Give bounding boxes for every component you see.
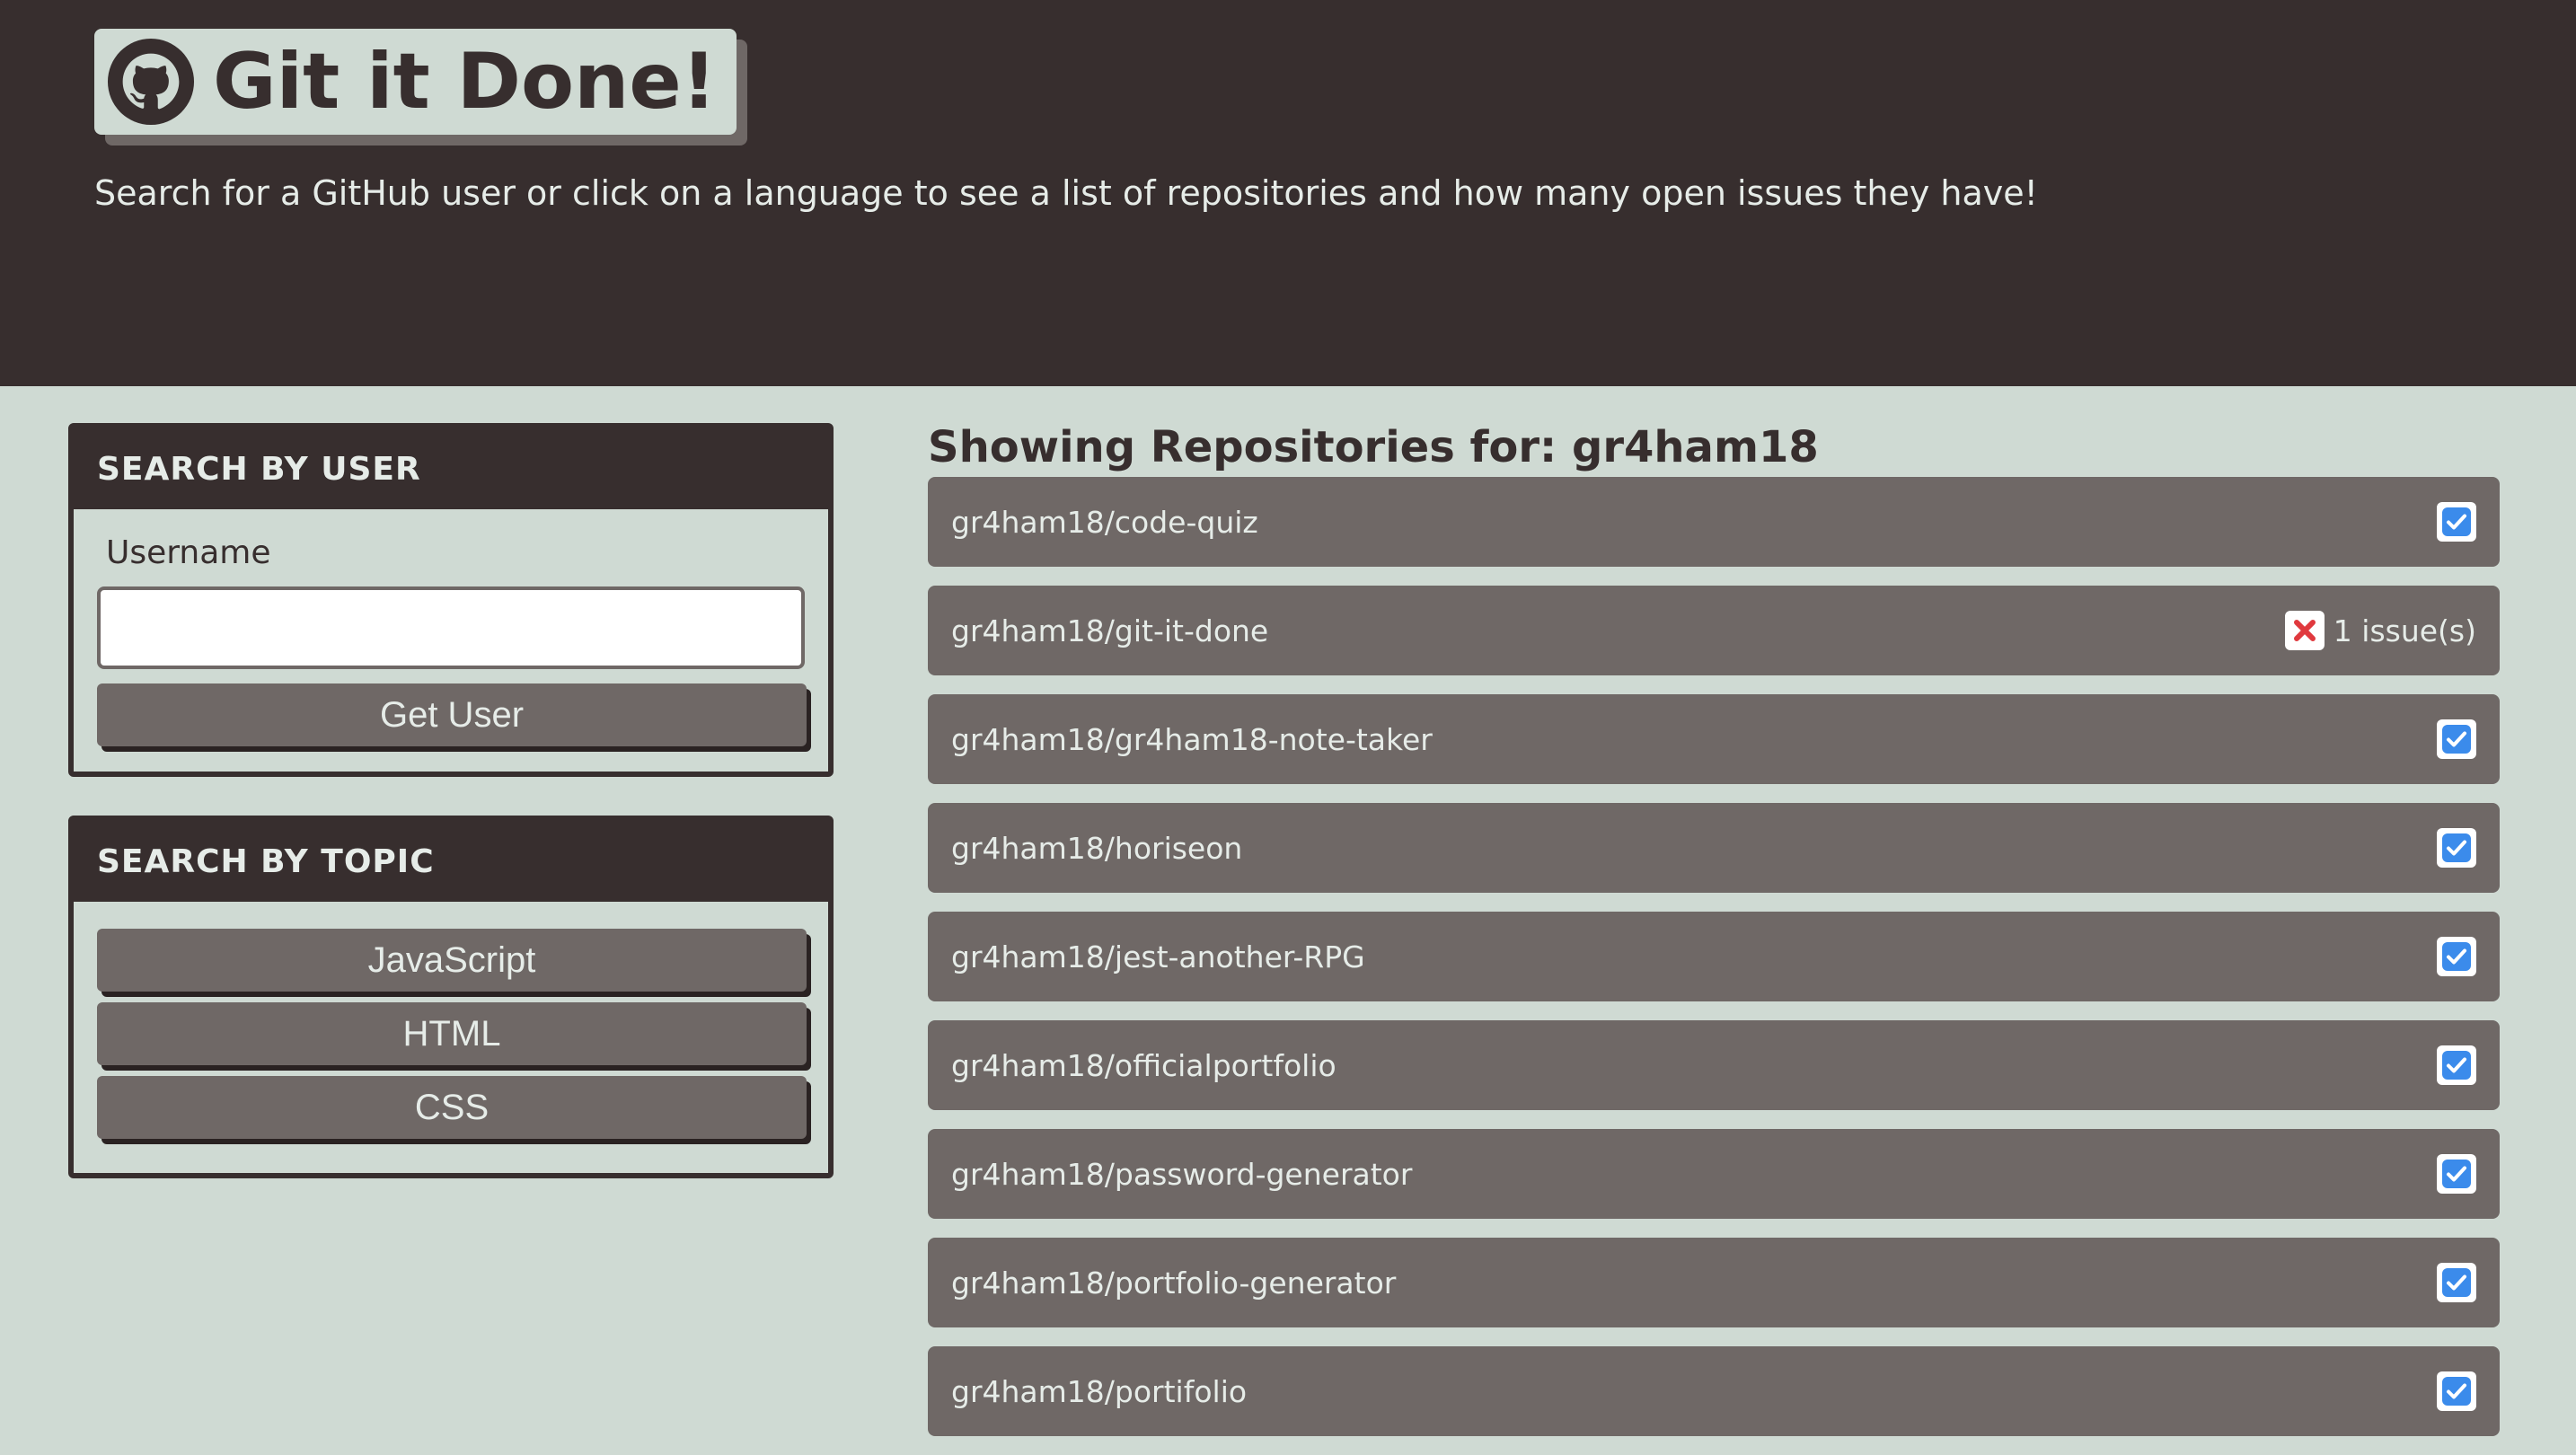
repo-status [2437,937,2476,976]
check-square-icon [2437,937,2476,976]
repo-status [2437,828,2476,868]
check-square-icon [2437,1371,2476,1411]
repo-status [2437,1154,2476,1194]
repo-item[interactable]: gr4ham18/officialportfolio [928,1020,2500,1110]
html-topic-button[interactable]: HTML [97,1002,807,1065]
repo-item[interactable]: gr4ham18/portfolio-generator [928,1238,2500,1327]
panel-header: SEARCH BY USER [74,428,828,509]
get-user-button[interactable]: Get User [97,683,807,746]
css-topic-button[interactable]: CSS [97,1076,807,1139]
search-by-topic-panel: SEARCH BY TOPIC JavaScript HTML CSS [68,816,834,1178]
repo-status [2437,719,2476,759]
panel-title: SEARCH BY USER [97,450,421,488]
repo-name: gr4ham18/portifolio [951,1373,1248,1409]
repo-status: 1 issue(s) [2284,611,2476,650]
repo-name: gr4ham18/code-quiz [951,504,1258,540]
repo-item[interactable]: gr4ham18/gr4ham18-note-taker [928,694,2500,784]
check-square-icon [2437,1154,2476,1194]
repo-item[interactable]: gr4ham18/horiseon [928,803,2500,893]
check-square-icon [2437,719,2476,759]
x-square-icon [2284,611,2325,650]
panel-header: SEARCH BY TOPIC [74,821,828,902]
check-square-icon [2437,1263,2476,1302]
repo-item[interactable]: gr4ham18/portifolio [928,1346,2500,1436]
repo-name: gr4ham18/officialportfolio [951,1047,1337,1083]
check-square-icon [2437,828,2476,868]
repo-status [2437,1263,2476,1302]
page-header: Git it Done! Search for a GitHub user or… [0,0,2576,386]
results-heading: Showing Repositories for: gr4ham18 [928,422,1819,472]
repo-list: gr4ham18/code-quiz gr4ham18/git-it-done … [928,477,2500,1455]
repo-name: gr4ham18/gr4ham18-note-taker [951,721,1433,757]
issue-count: 1 issue(s) [2333,613,2476,648]
app-logo: Git it Done! [94,29,737,135]
app-title: Git it Done! [213,37,717,127]
repo-name: gr4ham18/git-it-done [951,613,1269,648]
page-subtitle: Search for a GitHub user or click on a l… [94,173,2038,213]
repo-name: gr4ham18/horiseon [951,830,1243,866]
search-by-user-panel: SEARCH BY USER Username Get User [68,423,834,777]
username-label: Username [106,534,271,571]
github-icon [107,38,195,126]
repo-item[interactable]: gr4ham18/code-quiz [928,477,2500,567]
check-square-icon [2437,502,2476,542]
repo-status [2437,1045,2476,1085]
javascript-topic-button[interactable]: JavaScript [97,929,807,992]
repo-status [2437,1371,2476,1411]
repo-item[interactable]: gr4ham18/password-generator [928,1129,2500,1219]
repo-item[interactable]: gr4ham18/jest-another-RPG [928,912,2500,1001]
repo-name: gr4ham18/jest-another-RPG [951,939,1365,974]
repo-item[interactable]: gr4ham18/git-it-done 1 issue(s) [928,586,2500,675]
repo-status [2437,502,2476,542]
repo-name: gr4ham18/portfolio-generator [951,1265,1397,1301]
username-input[interactable] [97,586,805,669]
repo-name: gr4ham18/password-generator [951,1156,1413,1192]
panel-title: SEARCH BY TOPIC [97,842,435,880]
check-square-icon [2437,1045,2476,1085]
